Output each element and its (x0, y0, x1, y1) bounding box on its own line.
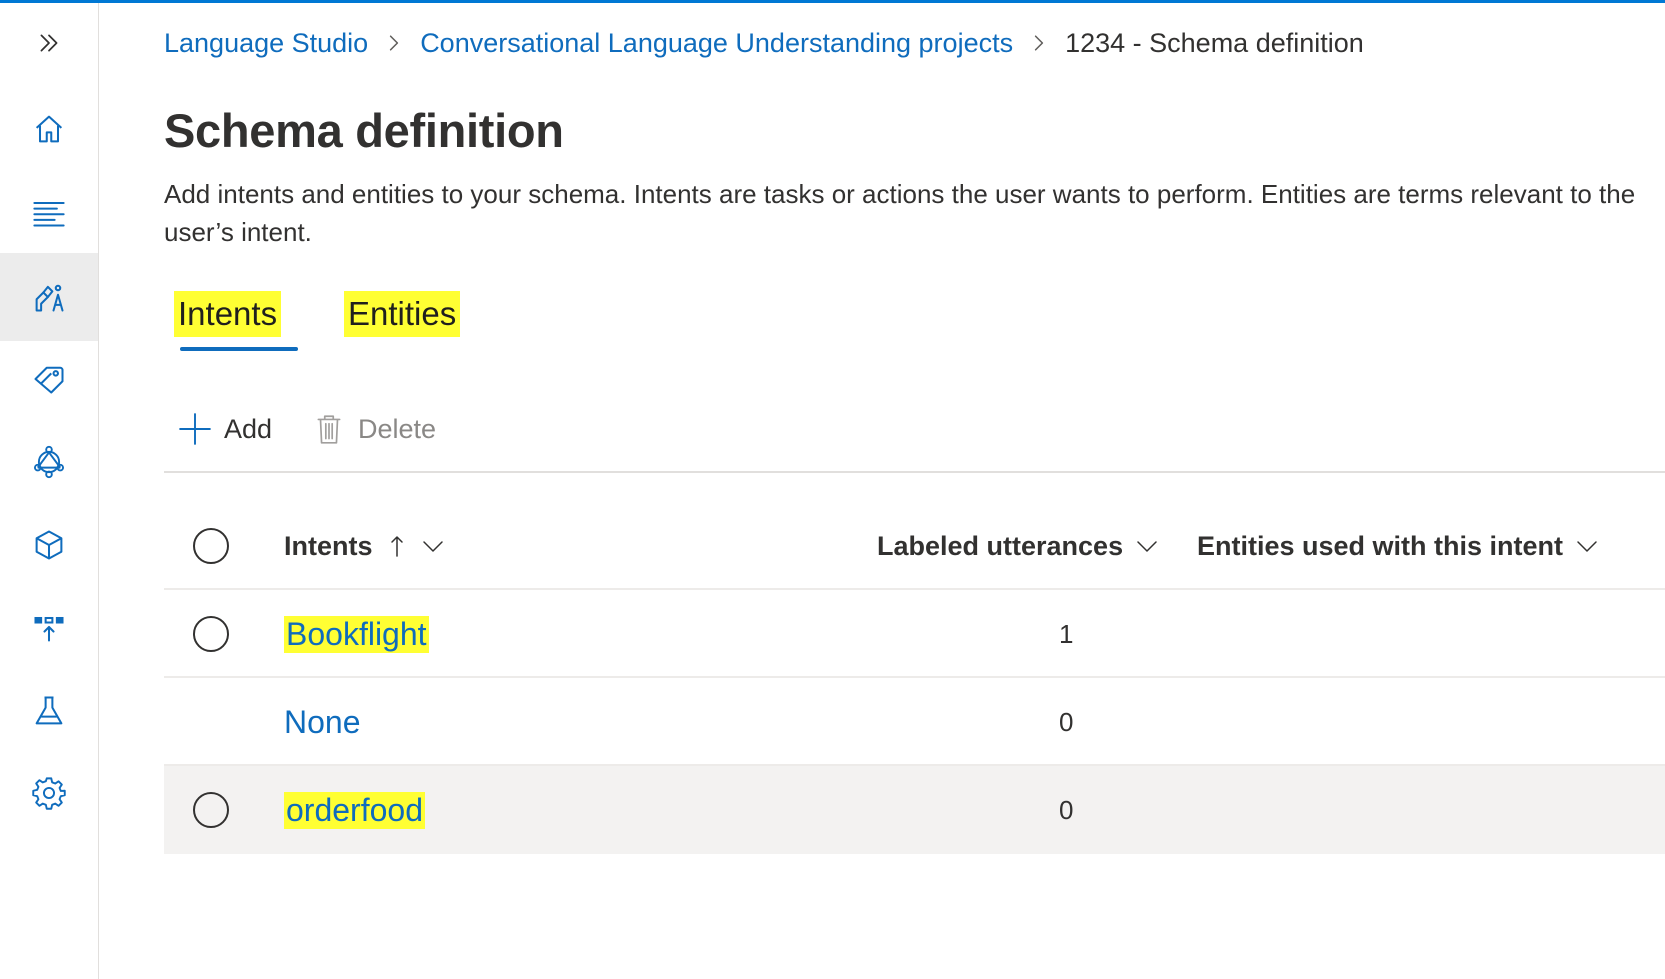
column-header-entities-label: Entities used with this intent (1197, 530, 1564, 561)
nav-schema-button[interactable] (0, 253, 98, 341)
table-row[interactable]: Bookflight 1 (164, 590, 1665, 678)
column-header-intents[interactable]: Intents (284, 502, 445, 590)
column-header-entities[interactable]: Entities used with this intent (1197, 502, 1599, 590)
column-header-labeled-label: Labeled utterances (877, 530, 1124, 561)
tag-icon (34, 366, 64, 394)
nav-settings-button[interactable] (0, 749, 98, 837)
network-icon (33, 445, 65, 479)
labeled-count: 0 (1059, 794, 1074, 825)
intent-link[interactable]: orderfood (284, 791, 425, 829)
sort-ascending-icon (385, 534, 409, 558)
chevron-down-icon[interactable] (421, 534, 445, 558)
page-description: Add intents and entities to your schema.… (164, 179, 1636, 247)
delete-label: Delete (358, 413, 437, 444)
chevron-down-icon[interactable] (1135, 534, 1159, 558)
intent-link[interactable]: None (284, 704, 361, 741)
nav-deploy-button[interactable] (0, 583, 98, 671)
table-row[interactable]: None 0 (164, 678, 1665, 766)
expand-nav-button[interactable] (0, 3, 98, 83)
intent-link[interactable]: Bookflight (284, 615, 429, 653)
deploy-icon (34, 616, 64, 642)
breadcrumb-language-studio[interactable]: Language Studio (164, 28, 368, 59)
nav-labeling-button[interactable] (0, 335, 98, 423)
nav-test-button[interactable] (0, 667, 98, 755)
left-nav-rail (0, 3, 99, 979)
flask-icon (35, 696, 63, 725)
chevron-right-icon (1013, 23, 1065, 63)
tab-entities[interactable]: Entities (344, 291, 461, 337)
labeled-count: 0 (1059, 706, 1074, 737)
tab-intents[interactable]: Intents (174, 291, 282, 337)
text-lines-icon (33, 201, 65, 227)
labeled-count: 1 (1059, 618, 1074, 649)
delete-intent-button[interactable]: Delete (312, 407, 436, 451)
intent-name-cell: None (284, 678, 361, 766)
build-tools-icon (35, 284, 64, 312)
add-intent-button[interactable]: Add (178, 407, 272, 451)
trash-icon (317, 415, 341, 444)
row-select-radio[interactable] (193, 792, 229, 828)
add-label: Add (224, 413, 273, 444)
active-tab-indicator (180, 347, 298, 351)
nav-training-button[interactable] (0, 418, 98, 506)
column-header-intents-label: Intents (284, 530, 373, 561)
breadcrumb-current: 1234 - Schema definition (1065, 27, 1364, 58)
chevron-right-icon (368, 23, 420, 63)
breadcrumb: Language Studio Conversational Language … (164, 23, 1364, 63)
double-chevron-right-icon (40, 34, 58, 52)
gear-icon (32, 777, 66, 810)
row-select-radio[interactable] (193, 616, 229, 652)
plus-icon (179, 413, 211, 445)
chevron-down-icon[interactable] (1575, 534, 1599, 558)
page-title: Schema definition (164, 104, 564, 157)
main-content: Language Studio Conversational Language … (164, 3, 1665, 979)
nav-models-button[interactable] (0, 501, 98, 589)
command-bar-divider (164, 471, 1665, 473)
select-all-radio[interactable] (193, 528, 229, 564)
nav-text-button[interactable] (0, 168, 98, 256)
cube-icon (35, 530, 63, 560)
home-icon (35, 115, 63, 143)
table-header: Intents Labeled utterances Entities used… (164, 502, 1665, 590)
intent-name-cell: Bookflight (284, 590, 429, 678)
table-row[interactable]: orderfood 0 (164, 766, 1665, 854)
breadcrumb-clu-projects[interactable]: Conversational Language Understanding pr… (420, 28, 1013, 59)
column-header-labeled-utterances[interactable]: Labeled utterances (877, 502, 1177, 590)
intent-name-cell: orderfood (284, 766, 425, 854)
nav-home-button[interactable] (0, 85, 98, 173)
